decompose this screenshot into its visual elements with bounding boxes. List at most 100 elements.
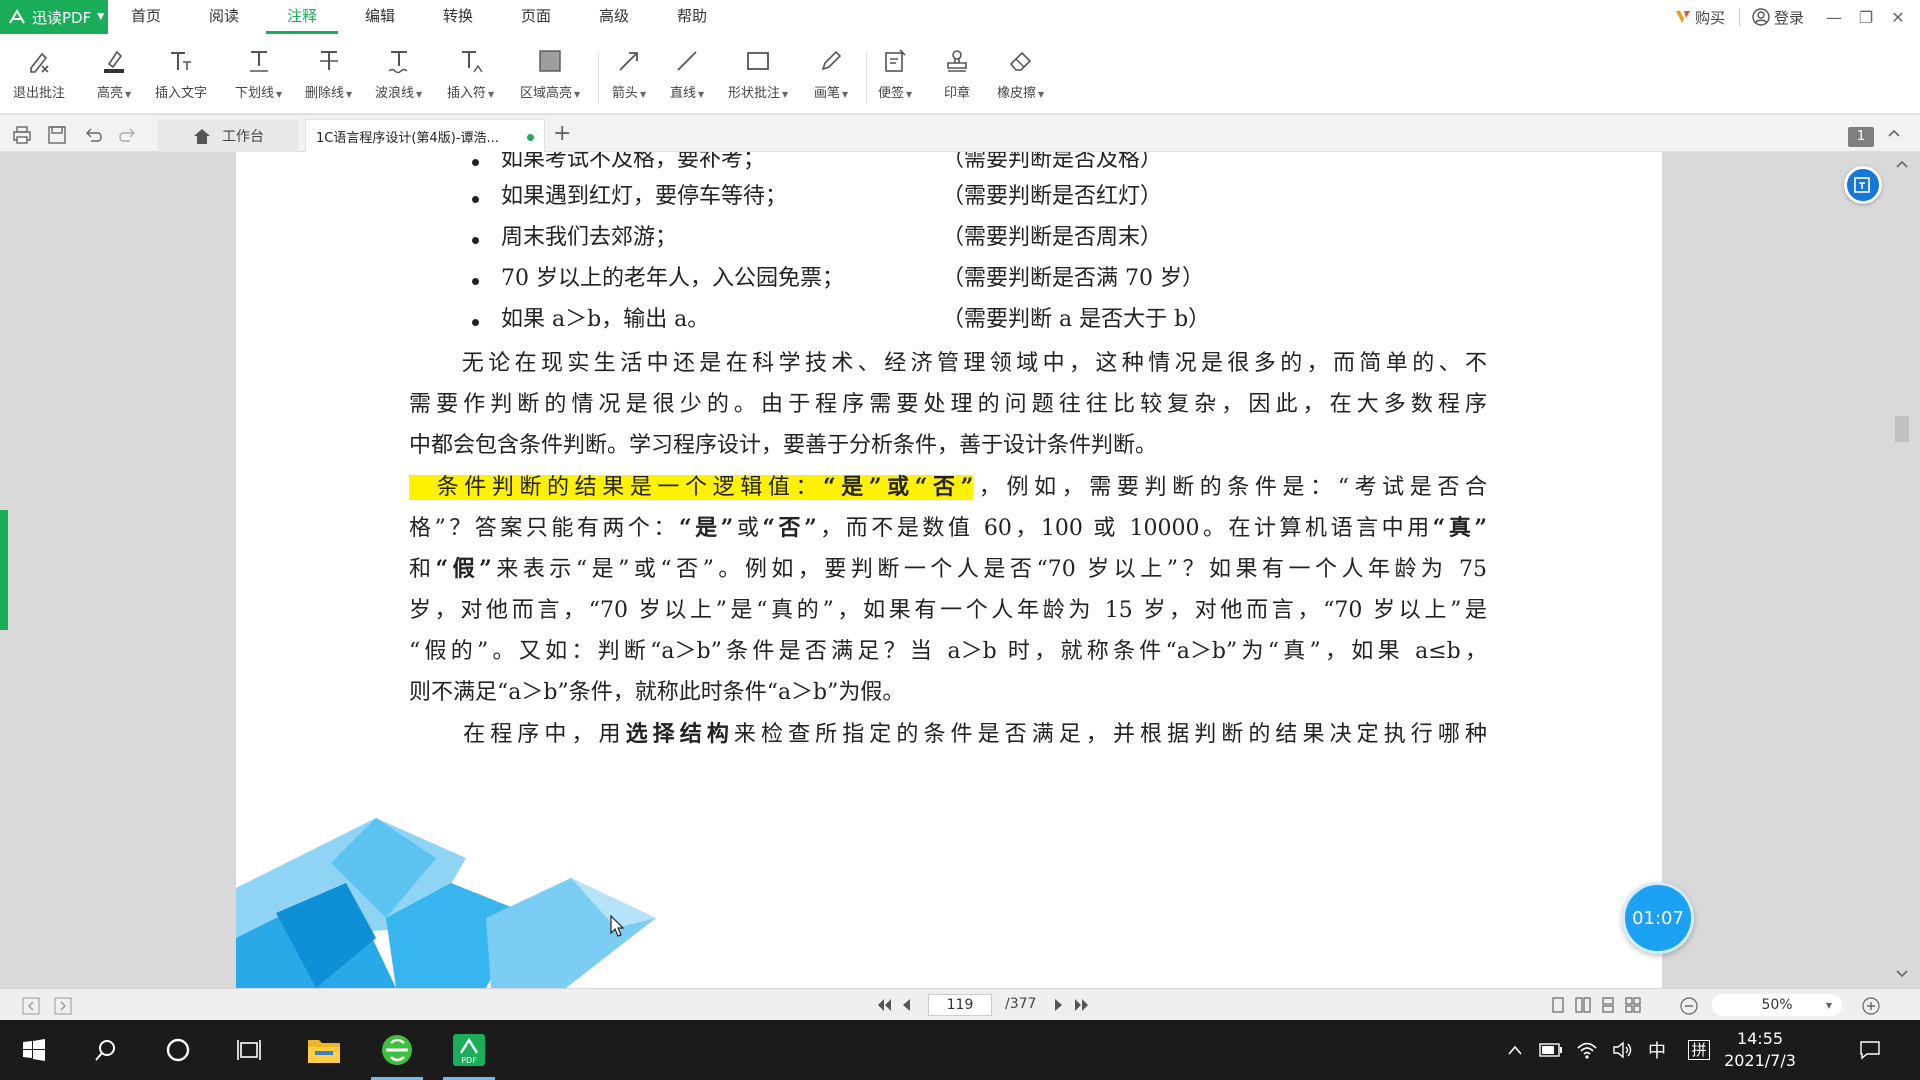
tool-note[interactable]: 便签 ▼ — [878, 46, 912, 106]
menu-annotate[interactable]: 注释 — [264, 0, 340, 34]
ime-mode-label: 拼 — [1688, 1040, 1710, 1060]
tool-area-highlight[interactable]: 区域高亮 ▼ — [520, 46, 580, 106]
decorative-shapes — [236, 818, 656, 988]
first-page-icon[interactable] — [875, 997, 893, 1013]
pdf-page: 如果考试不及格，要补考； （需要判断是否及格） 如果遇到红灯，要停车等待； （需… — [236, 152, 1662, 988]
tool-highlight[interactable]: 高亮 ▼ — [97, 46, 131, 106]
buy-button[interactable]: 购买 — [1674, 7, 1725, 28]
document-viewer[interactable]: 如果考试不及格，要补考； （需要判断是否及格） 如果遇到红灯，要停车等待； （需… — [0, 152, 1920, 988]
zoom-select[interactable]: 50% ▼ — [1712, 994, 1842, 1016]
note-icon — [880, 46, 910, 76]
clock-date: 2021/7/3 — [1724, 1051, 1796, 1070]
pen-icon — [816, 46, 846, 76]
tool-wavy-line[interactable]: 波浪线 ▼ — [375, 46, 422, 106]
tab-workbench[interactable]: 工作台 — [158, 119, 298, 152]
show-hidden-icons[interactable] — [1500, 1020, 1530, 1080]
task-view-icon — [237, 1040, 261, 1060]
bullet-text: 70 岁以上的老年人，入公园免票； — [501, 266, 844, 291]
browser-button[interactable] — [367, 1020, 427, 1080]
scroll-down-icon[interactable] — [1895, 968, 1909, 980]
close-icon[interactable]: ✕ — [1882, 8, 1914, 27]
tool-underline[interactable]: 下划线 ▼ — [235, 46, 282, 106]
double-page-view-icon[interactable] — [1575, 997, 1591, 1013]
tab-document[interactable]: 1C语言程序设计(第4版)-谭浩... — [305, 119, 545, 152]
cortana-button[interactable] — [148, 1020, 208, 1080]
single-page-view-icon[interactable] — [1550, 997, 1566, 1013]
tool-label: 画笔 — [814, 86, 841, 101]
battery-icon[interactable] — [1534, 1020, 1568, 1080]
search-button[interactable] — [76, 1020, 136, 1080]
app-name: 迅读PDF — [32, 8, 92, 27]
bullet-text: 如果 a＞b，输出 a。 — [501, 307, 710, 332]
menu-page[interactable]: 页面 — [498, 0, 574, 34]
chevron-down-icon: ▼ — [97, 12, 105, 22]
search-icon — [95, 1040, 115, 1061]
zoom-in-icon[interactable] — [1862, 997, 1880, 1015]
last-page-icon[interactable] — [1073, 997, 1091, 1013]
tool-label: 波浪线 — [375, 86, 415, 101]
prev-page-icon[interactable] — [900, 997, 912, 1013]
double-continuous-view-icon[interactable] — [1625, 997, 1641, 1013]
menu-help[interactable]: 帮助 — [654, 0, 730, 34]
prev-view-icon[interactable] — [22, 997, 40, 1015]
tool-eraser[interactable]: 橡皮擦 ▼ — [997, 46, 1044, 106]
page-number-input[interactable]: 119 — [928, 994, 992, 1016]
tool-exit-annotation[interactable]: 退出批注 — [13, 46, 65, 106]
tool-insert-text[interactable]: 插入文字 — [155, 46, 207, 106]
tool-label: 形状批注 — [728, 86, 781, 101]
new-tab-button[interactable]: + — [553, 121, 571, 146]
print-icon[interactable] — [11, 124, 33, 146]
top-right-controls: 购买 登录 — ❐ ✕ — [1674, 0, 1920, 34]
next-page-icon[interactable] — [1053, 997, 1065, 1013]
tool-label: 插入符 — [447, 86, 487, 101]
restore-icon[interactable]: ❐ — [1850, 8, 1882, 27]
paragraph: 条件判断的结果是一个逻辑值：“是”或“否”，例如，需要判断的条件是：“考试是否合 — [409, 467, 1487, 508]
bullet-note: （需要判断是否满 70 岁） — [942, 266, 1204, 291]
volume-icon[interactable] — [1606, 1020, 1640, 1080]
vertical-scrollbar[interactable] — [1892, 152, 1912, 988]
menu-advanced[interactable]: 高级 — [576, 0, 652, 34]
tool-pen[interactable]: 画笔 ▼ — [814, 46, 848, 106]
undo-icon[interactable] — [82, 124, 104, 146]
tool-line[interactable]: 直线 ▼ — [670, 46, 704, 106]
windows-taskbar: PDF 中 拼 14:55 2021/7/3 — [0, 1020, 1920, 1080]
tool-shape[interactable]: 形状批注 ▼ — [728, 46, 788, 106]
login-button[interactable]: 登录 — [1752, 7, 1804, 28]
translate-float-button[interactable] — [1844, 166, 1882, 204]
ime-language[interactable]: 中 — [1642, 1020, 1672, 1080]
chevron-down-icon: ▼ — [698, 90, 705, 99]
folder-icon — [308, 1040, 340, 1063]
menu-edit[interactable]: 编辑 — [342, 0, 418, 34]
app-menu-button[interactable]: 迅读PDF ▼ — [0, 0, 108, 34]
paragraph: 则不满足“a＞b”条件，就称此时条件“a＞b”为假。 — [409, 680, 905, 705]
sidebar-toggle[interactable] — [0, 510, 8, 630]
timer-badge[interactable]: 01:07 — [1622, 882, 1694, 954]
save-icon[interactable] — [46, 124, 68, 146]
home-icon — [194, 128, 210, 144]
redo-icon[interactable] — [117, 124, 139, 146]
file-explorer-button[interactable] — [294, 1020, 354, 1080]
tool-stamp[interactable]: 印章 — [942, 46, 972, 106]
menu-home[interactable]: 首页 — [108, 0, 184, 34]
pdf-app-button[interactable]: PDF — [439, 1020, 499, 1080]
menu-convert[interactable]: 转换 — [420, 0, 496, 34]
collapse-ribbon-icon[interactable] — [1886, 125, 1902, 145]
minimize-icon[interactable]: — — [1818, 8, 1850, 27]
zoom-out-icon[interactable] — [1680, 997, 1698, 1015]
wifi-icon[interactable] — [1570, 1020, 1604, 1080]
menu-read[interactable]: 阅读 — [186, 0, 262, 34]
task-view-button[interactable] — [220, 1020, 280, 1080]
scroll-up-icon[interactable] — [1895, 158, 1909, 170]
action-center-button[interactable] — [1850, 1020, 1890, 1080]
tool-caret-insert[interactable]: 插入符 ▼ — [447, 46, 494, 106]
highlight-annotation[interactable]: 条件判断的结果是一个逻辑值：“是”或“否” — [409, 474, 974, 500]
continuous-view-icon[interactable] — [1600, 997, 1616, 1013]
start-button[interactable] — [4, 1020, 64, 1080]
bullet-text: 如果遇到红灯，要停车等待； — [501, 184, 788, 209]
system-clock[interactable]: 14:55 2021/7/3 — [1710, 1028, 1810, 1072]
next-view-icon[interactable] — [54, 997, 72, 1015]
scrollbar-thumb[interactable] — [1895, 416, 1909, 442]
arrow-icon — [614, 46, 644, 76]
tool-strikethrough[interactable]: 删除线 ▼ — [305, 46, 352, 106]
tool-arrow[interactable]: 箭头 ▼ — [612, 46, 646, 106]
